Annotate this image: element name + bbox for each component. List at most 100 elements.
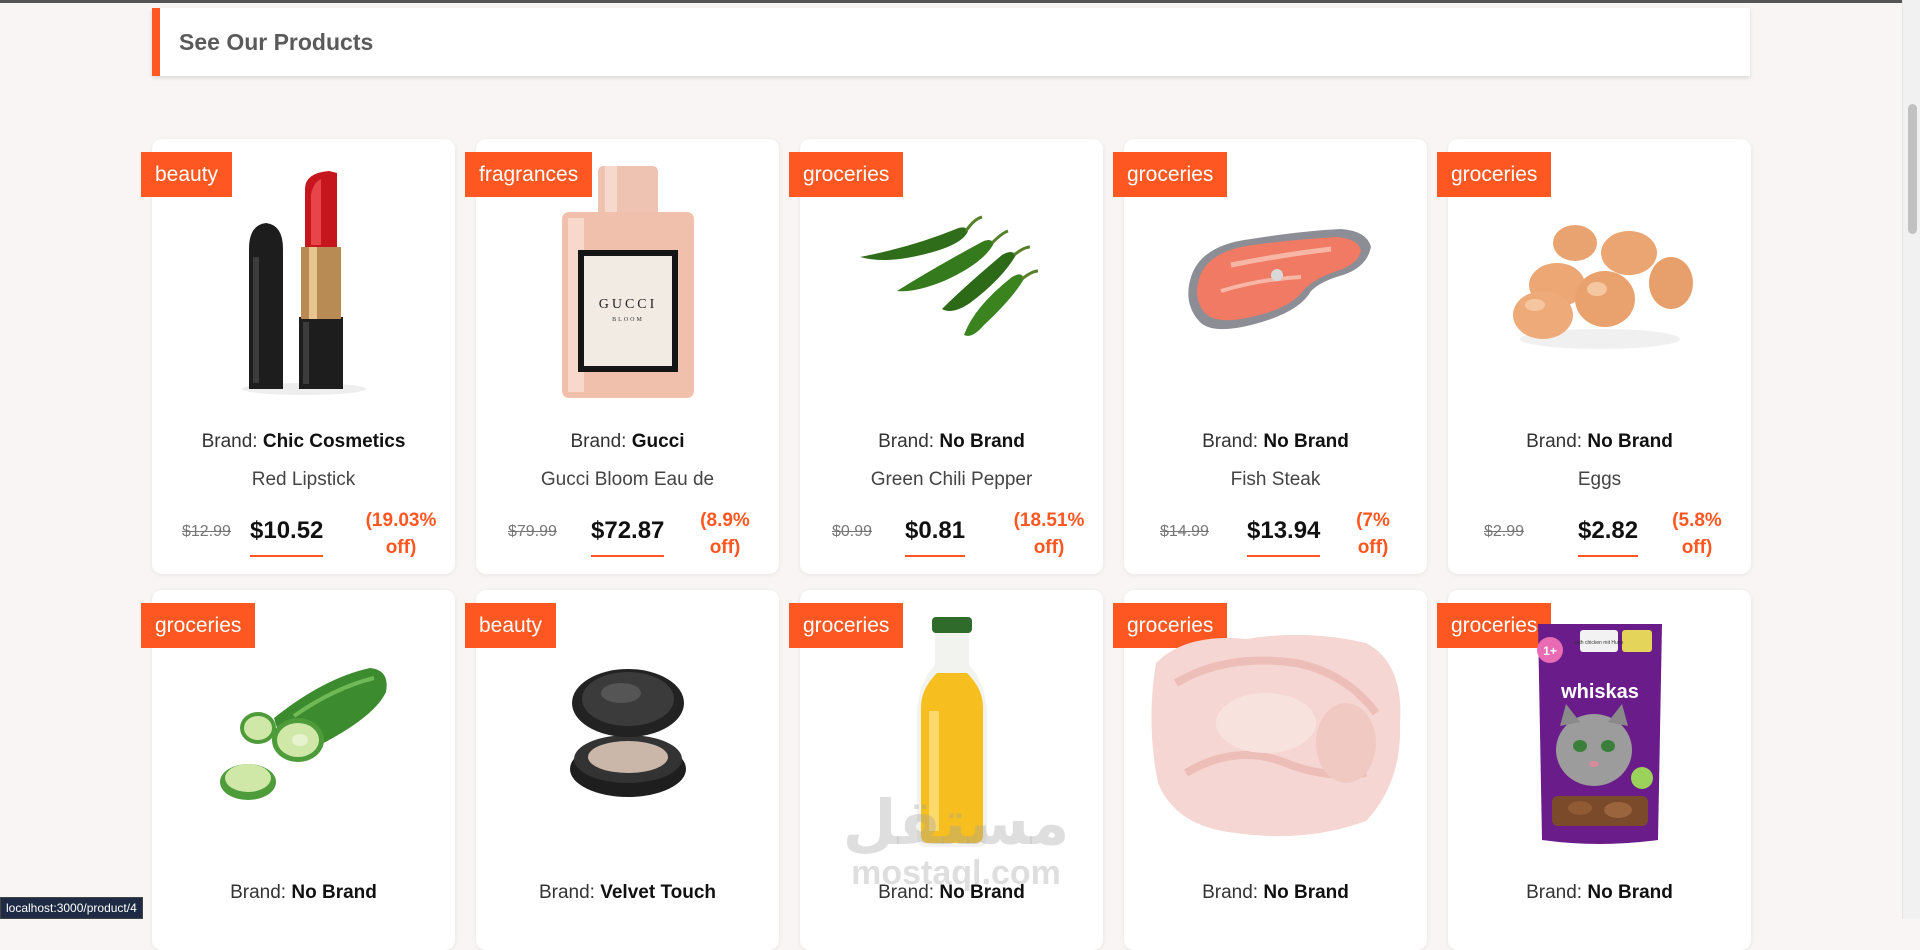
brand-name: No Brand [1587,431,1673,452]
top-border [0,0,1902,3]
vertical-scrollbar[interactable] [1902,0,1920,919]
brand-name: No Brand [1263,431,1349,452]
discount-percent: (8.9% [700,510,750,531]
discount-off: off) [1033,537,1065,558]
product-brand: Brand: No Brand [1448,431,1751,453]
discount: (8.9% off) [680,507,770,561]
brand-name: Chic Cosmetics [262,431,406,452]
product-image[interactable] [476,615,779,850]
product-brand: Brand: No Brand [800,431,1103,453]
brand-label: Brand: [878,882,935,903]
cat-food-pouch-icon: with chicken mit Huhn 1+ whiskas [1536,623,1662,844]
product-card[interactable]: groceries Brand: No Brand [141,590,455,950]
discount-off: off) [385,537,417,558]
product-title[interactable]: Fish Steak [1124,469,1427,491]
product-image[interactable] [152,615,455,850]
product-card[interactable]: groceries with chicken mit Huhn 1+ whisk… [1437,590,1751,950]
product-title[interactable]: Eggs [1448,469,1751,491]
scrollbar-thumb[interactable] [1908,104,1917,234]
powder-compact-icon [569,668,686,797]
pouch-age-text: 1+ [1543,644,1557,658]
current-price: $2.82 [1578,517,1639,557]
product-card[interactable]: fragrances GUCCI BLOOM Brand: Gucci Gucc… [465,139,779,574]
brand-name: No Brand [1263,882,1349,903]
price-row: $2.99 $2.82 (5.8% off) [1462,507,1737,562]
section-title: See Our Products [179,28,374,55]
chili-pepper-icon [859,215,1038,336]
product-brand: Brand: No Brand [1448,882,1751,904]
section-header: See Our Products [152,8,1750,76]
original-price: $0.99 [832,523,873,540]
product-brand: Brand: No Brand [152,882,455,904]
current-price: $10.52 [250,517,324,557]
brand-name: No Brand [1587,882,1673,903]
original-price: $12.99 [182,523,231,540]
product-card[interactable]: groceries Brand: No Brand Fish Steak $14… [1113,139,1427,574]
product-image[interactable]: with chicken mit Huhn 1+ whiskas [1448,615,1751,850]
current-price: $13.94 [1247,517,1321,557]
perfume-bottle-icon: GUCCI BLOOM [561,165,694,398]
product-brand: Brand: Gucci [476,431,779,453]
discount-percent: (7% [1356,510,1390,531]
product-card[interactable]: groceries Brand: No Brand [789,590,1103,950]
brand-name: Velvet Touch [600,882,717,903]
product-brand: Brand: Chic Cosmetics [152,431,455,453]
brand-label: Brand: [230,882,287,903]
pouch-flavor-text: with chicken mit Huhn [1574,640,1623,646]
product-card[interactable]: beauty Brand: Velvet Touch [465,590,779,950]
original-price: $14.99 [1160,523,1209,540]
product-image[interactable] [152,164,455,399]
cucumber-icon [219,667,387,800]
discount: (18.51% off) [1004,507,1094,561]
product-card[interactable]: groceries Brand: No Brand Eggs $2.99 $2.… [1437,139,1751,574]
fish-steak-icon [1187,228,1371,329]
discount: (19.03% off) [356,507,446,561]
current-price: $72.87 [591,517,665,557]
product-image[interactable] [800,164,1103,399]
discount-off: off) [1681,537,1713,558]
product-image[interactable] [1124,615,1427,850]
product-brand: Brand: No Brand [1124,882,1427,904]
brand-label: Brand: [1526,882,1583,903]
discount-percent: (18.51% [1013,510,1085,531]
product-card[interactable]: groceries Brand: No Brand [1113,590,1427,950]
product-card[interactable]: groceries Brand: No Brand Green Chili Pe… [789,139,1103,574]
product-image[interactable] [1448,164,1751,399]
brand-label: Brand: [1526,431,1583,452]
product-title[interactable]: Red Lipstick [152,469,455,491]
brand-name: No Brand [939,431,1025,452]
perfume-sub-text: BLOOM [612,317,644,323]
price-row: $79.99 $72.87 (8.9% off) [490,507,765,562]
product-brand: Brand: Velvet Touch [476,882,779,904]
price-row: $0.99 $0.81 (18.51% off) [814,507,1089,562]
product-card[interactable]: beauty Brand: Chic Cosmetics Red Lipstic… [141,139,455,574]
brand-name: Gucci [631,431,685,452]
brand-label: Brand: [878,431,935,452]
product-title[interactable]: Green Chili Pepper [800,469,1103,491]
product-brand: Brand: No Brand [1124,431,1427,453]
discount: (5.8% off) [1652,507,1742,561]
product-brand: Brand: No Brand [800,882,1103,904]
product-image[interactable]: GUCCI BLOOM [476,164,779,399]
eggs-icon [1512,224,1693,349]
perfume-brand-text: GUCCI [598,297,657,312]
brand-label: Brand: [201,431,258,452]
original-price: $2.99 [1484,523,1525,540]
product-image[interactable] [1124,164,1427,399]
discount-off: off) [1357,537,1389,558]
pouch-brand-text: whiskas [1560,681,1639,703]
brand-name: No Brand [291,882,377,903]
raw-chicken-icon [1150,634,1400,836]
discount-percent: (5.8% [1672,510,1722,531]
discount: (7% off) [1328,507,1418,561]
brand-label: Brand: [570,431,627,452]
juice-bottle-icon [916,617,987,847]
brand-name: No Brand [939,882,1025,903]
current-price: $0.81 [905,517,966,557]
discount-percent: (19.03% [365,510,437,531]
brand-label: Brand: [1202,882,1259,903]
product-title[interactable]: Gucci Bloom Eau de [476,469,779,491]
product-image[interactable] [800,615,1103,850]
lipstick-icon [241,170,366,395]
brand-label: Brand: [1202,431,1259,452]
